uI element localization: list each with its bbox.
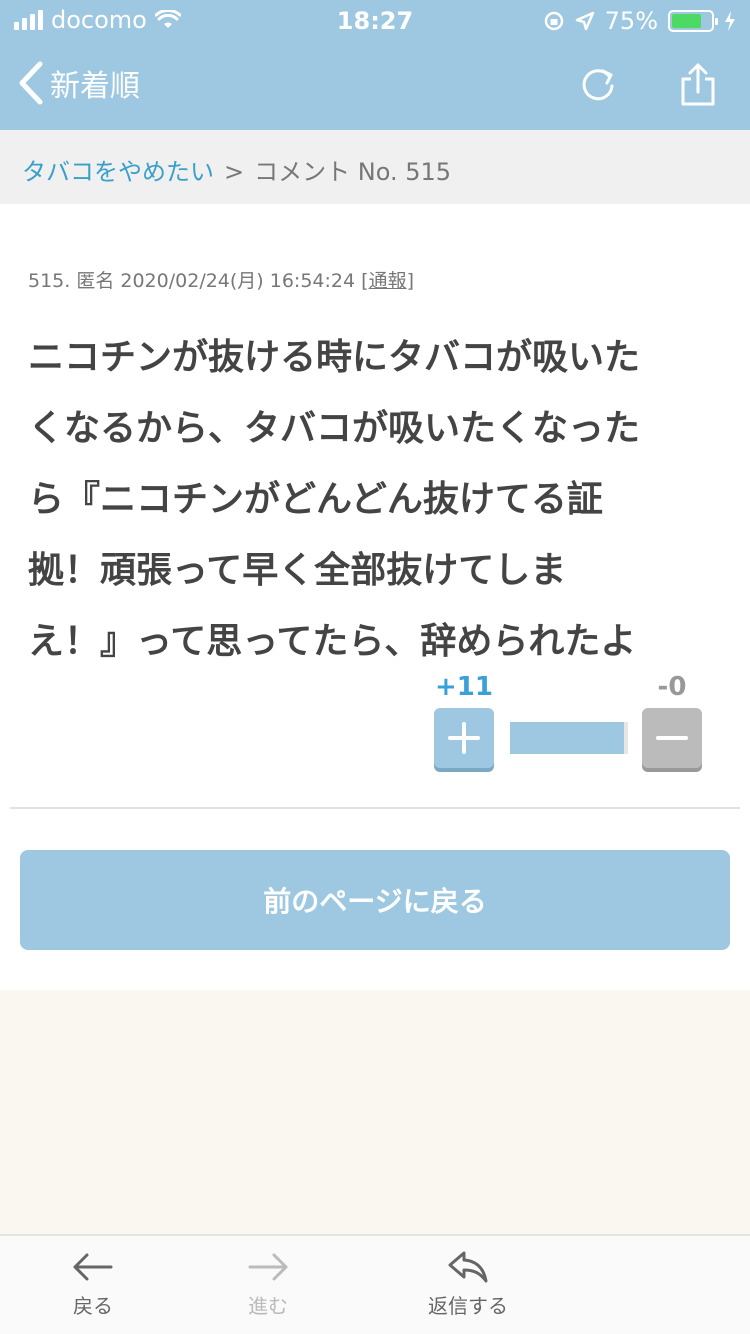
arrow-right-icon <box>248 1253 288 1281</box>
nav-back-label: 新着順 <box>50 69 140 104</box>
minus-vote-button[interactable] <box>642 708 702 768</box>
comment-meta: 515. 匿名 2020/02/24(月) 16:54:24 [通報] <box>28 266 414 293</box>
tab-forward-label: 進む <box>248 1294 288 1318</box>
divider <box>10 807 740 809</box>
tab-back-label: 戻る <box>73 1294 113 1318</box>
charging-icon <box>725 11 735 31</box>
share-icon[interactable] <box>678 62 718 108</box>
tab-reply[interactable]: 返信する <box>408 1250 528 1319</box>
reply-icon <box>448 1251 488 1283</box>
plus-icon <box>448 722 480 754</box>
tab-back[interactable]: 戻る <box>33 1250 153 1319</box>
status-right: 75% <box>543 7 736 35</box>
breadcrumb-current: コメント No. 515 <box>254 158 452 186</box>
comment-card: 515. 匿名 2020/02/24(月) 16:54:24 [通報] ニコチン… <box>0 204 750 990</box>
minus-icon <box>656 736 688 740</box>
back-to-previous-page-button[interactable]: 前のページに戻る <box>20 850 730 950</box>
vote-ratio-bar <box>510 722 628 754</box>
comment-line: え！』って思ってたら、辞められたよ <box>28 621 637 662</box>
minus-vote-count: -0 <box>657 672 687 702</box>
report-link[interactable]: 通報 <box>369 270 407 292</box>
comment-meta-text: 515. 匿名 2020/02/24(月) 16:54:24 <box>28 270 356 292</box>
vote-ratio-fill <box>510 722 625 754</box>
tab-reply-label: 返信する <box>428 1294 508 1318</box>
plus-vote-button[interactable] <box>434 708 494 768</box>
arrow-left-icon <box>73 1253 113 1281</box>
battery-percent: 75% <box>604 7 658 35</box>
tab-forward[interactable]: 進む <box>208 1250 328 1319</box>
comment-line: ニコチンが抜ける時にタバコが吸いた <box>28 337 641 378</box>
tab-bar: 戻る 進む 返信する <box>0 1234 750 1334</box>
chevron-left-icon <box>19 61 43 105</box>
report-bracket-close: ] <box>406 270 414 292</box>
comment-line: ら『ニコチンがどんどん抜けてる証 <box>28 479 603 520</box>
breadcrumb-separator: > <box>224 158 245 186</box>
breadcrumb-topic-link[interactable]: タバコをやめたい <box>22 158 214 186</box>
status-bar: docomo 18:27 75% <box>0 0 750 40</box>
location-icon <box>575 11 594 31</box>
comment-line: くなるから、タバコが吸いたくなった <box>28 408 641 449</box>
nav-back-button[interactable]: 新着順 <box>16 60 140 106</box>
nav-bar: 新着順 <box>0 40 750 130</box>
comment-line: 拠！頑張って早く全部抜けてしま <box>28 550 567 591</box>
plus-vote-count: +11 <box>435 672 493 702</box>
breadcrumb: タバコをやめたい > コメント No. 515 <box>0 130 750 204</box>
battery-icon <box>668 10 718 32</box>
refresh-icon[interactable] <box>578 62 618 108</box>
comment-body: ニコチンが抜ける時にタバコが吸いた くなるから、タバコが吸いたくなった ら『ニコ… <box>28 322 718 677</box>
rotation-lock-icon <box>544 11 563 31</box>
report-bracket-open: [ <box>361 270 369 292</box>
